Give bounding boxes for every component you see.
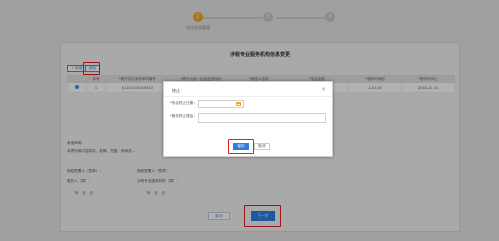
end-reason-label: *服务终止理由： [170, 114, 197, 118]
dialog-divider [164, 96, 332, 97]
calendar-icon[interactable] [236, 102, 241, 106]
dialog-title: 终止 [172, 88, 180, 93]
end-date-label: *协议终止日期： [170, 101, 197, 105]
close-icon[interactable]: × [321, 86, 326, 93]
end-date-input[interactable] [198, 100, 244, 108]
end-reason-input[interactable] [198, 113, 326, 123]
dialog-cancel-button[interactable]: 取消 [254, 143, 270, 150]
terminate-dialog: 终止 × *协议终止日期： *服务终止理由： 保存 取消 [163, 81, 333, 157]
highlight-box-save [228, 139, 254, 154]
